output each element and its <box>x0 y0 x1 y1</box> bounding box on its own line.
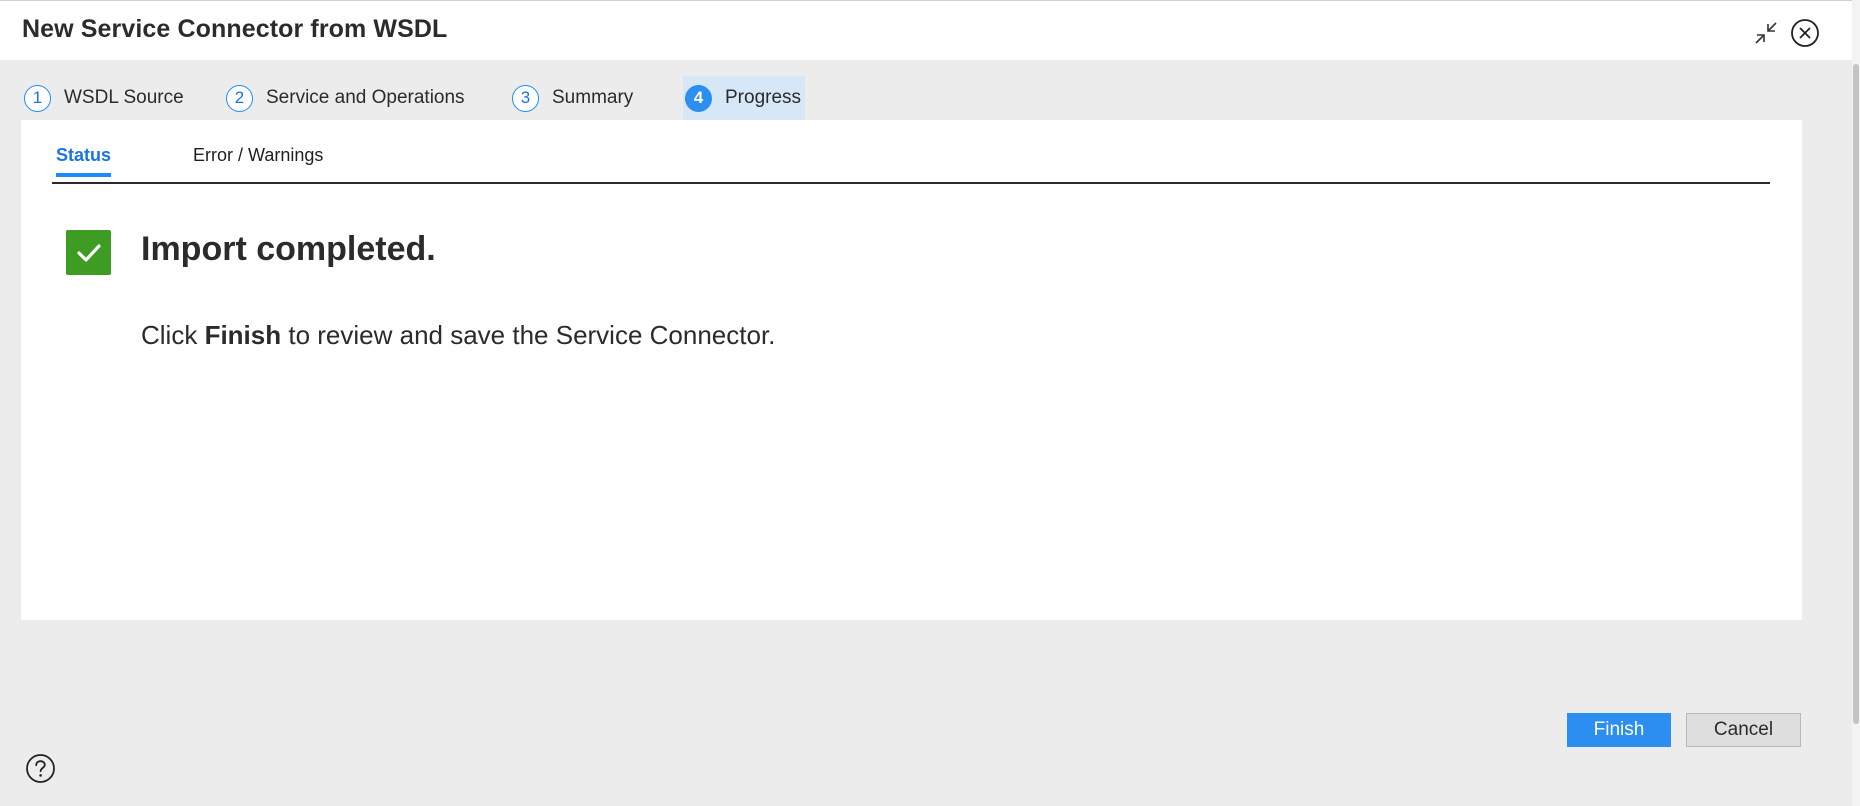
step-progress[interactable]: 4 Progress <box>683 76 806 120</box>
scrollbar-thumb[interactable] <box>1853 64 1859 724</box>
success-check-icon <box>76 243 101 262</box>
status-message-suffix: to review and save the Service Connector… <box>281 320 776 350</box>
step-wsdl-source[interactable]: 1 WSDL Source <box>22 76 184 120</box>
dialog-title: New Service Connector from WSDL <box>22 15 448 43</box>
tab-status[interactable]: Status <box>56 145 112 177</box>
help-button[interactable] <box>25 753 56 784</box>
dialog-titlebar: New Service Connector from WSDL <box>0 0 1852 60</box>
checkmark-icon <box>66 230 111 275</box>
cancel-button[interactable]: Cancel <box>1686 713 1801 747</box>
progress-tabs: Status Error / Warnings <box>52 120 1770 184</box>
step-label: Summary <box>552 87 634 108</box>
step-label: Progress <box>725 87 802 108</box>
wizard-steps: 1 WSDL Source 2 Service and Operations 3… <box>0 76 1852 120</box>
step-label: Service and Operations <box>266 87 465 108</box>
step-summary[interactable]: 3 Summary <box>510 76 633 120</box>
status-message-prefix: Click <box>141 320 205 350</box>
step-number: 4 <box>685 84 712 112</box>
status-message: Click Finish to review and save the Serv… <box>141 320 775 351</box>
close-button[interactable] <box>1790 18 1820 48</box>
wsdl-connector-dialog: New Service Connector from WSDL 1 WSDL S… <box>0 0 1852 806</box>
step-service-and-operations[interactable]: 2 Service and Operations <box>224 76 465 120</box>
close-icon <box>1791 19 1819 47</box>
status-heading: Import completed. <box>141 230 436 268</box>
help-icon <box>26 754 55 783</box>
step-number: 1 <box>24 84 51 112</box>
step-number: 3 <box>512 84 539 112</box>
content-panel: Status Error / Warnings Import completed… <box>21 120 1802 620</box>
step-label: WSDL Source <box>64 87 184 108</box>
status-message-finish: Finish <box>204 320 282 350</box>
collapse-icon[interactable] <box>1752 19 1780 47</box>
tab-error-warnings[interactable]: Error / Warnings <box>193 145 323 177</box>
step-number: 2 <box>226 84 253 112</box>
collapse-arrows-icon <box>1755 22 1777 44</box>
finish-button[interactable]: Finish <box>1567 713 1671 747</box>
dialog-scrollbar[interactable] <box>1852 0 1860 806</box>
